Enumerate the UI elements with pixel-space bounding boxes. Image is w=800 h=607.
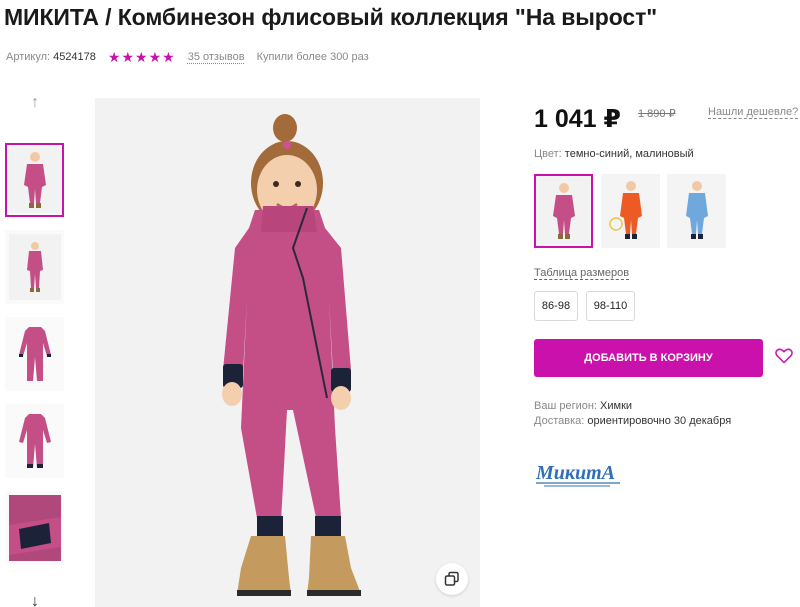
- brand-logo[interactable]: МикитА: [534, 457, 624, 496]
- mikita-logo-image: МикитА: [535, 462, 620, 487]
- delivery-info: Ваш регион: Химки Доставка: ориентировоч…: [534, 399, 731, 429]
- bought-count: Купили более 300 раз: [256, 51, 369, 63]
- size-option-86-98[interactable]: 86-98: [534, 291, 578, 321]
- star-icon: ★: [162, 49, 175, 65]
- delivery-row: Доставка: ориентировочно 30 декабря: [534, 414, 731, 429]
- color-option-pink[interactable]: [534, 174, 593, 248]
- article-number: 4524178: [53, 51, 96, 63]
- gallery-up-arrow-icon[interactable]: ↑: [4, 91, 66, 115]
- delivery-label: Доставка:: [534, 415, 585, 427]
- reviews-link[interactable]: 35 отзывов: [188, 51, 245, 63]
- region-row: Ваш регион: Химки: [534, 399, 731, 414]
- size-table-link[interactable]: Таблица размеров: [534, 267, 629, 279]
- color-value: темно-синий, малиновый: [564, 148, 694, 160]
- star-icon: ★: [121, 49, 135, 65]
- blue-jumpsuit-swatch: [669, 176, 724, 246]
- cuff-detail-thumb: [8, 495, 61, 561]
- thumbnail-photo-small[interactable]: [5, 230, 64, 304]
- product-title: МИКИТА / Комбинезон флисовый коллекция "…: [4, 4, 658, 30]
- color-label-text: Цвет:: [534, 148, 562, 160]
- jumpsuit-flat-front-thumb: [8, 321, 61, 387]
- brand-logo-text: МикитА: [535, 462, 615, 484]
- rating-stars: ★ ★ ★ ★ ★: [108, 50, 176, 64]
- pink-jumpsuit-swatch: [538, 178, 589, 244]
- product-meta: Артикул: 4524178 ★ ★ ★ ★ ★ 35 отзывов Ку…: [6, 50, 369, 64]
- zoom-button[interactable]: [436, 563, 468, 595]
- region-label: Ваш регион:: [534, 400, 597, 412]
- main-product-photo[interactable]: [95, 98, 480, 607]
- found-cheaper-link[interactable]: Нашли дешевле?: [708, 106, 798, 118]
- old-price: 1 890 ₽: [638, 108, 676, 120]
- child-small-thumb: [8, 234, 61, 300]
- thumbnail-flat-back[interactable]: [5, 404, 64, 478]
- color-label: Цвет: темно-синий, малиновый: [534, 148, 694, 160]
- add-to-cart-button[interactable]: ДОБАВИТЬ В КОРЗИНУ: [534, 339, 763, 377]
- gallery-down-arrow-icon[interactable]: ↓: [4, 590, 66, 607]
- article-label: Артикул:: [6, 51, 51, 63]
- child-in-jumpsuit-thumb: [8, 147, 61, 213]
- color-option-orange[interactable]: [601, 174, 660, 248]
- color-option-blue[interactable]: [667, 174, 726, 248]
- star-icon: ★: [148, 49, 162, 65]
- copy-zoom-icon: [444, 571, 459, 586]
- star-icon: ★: [135, 49, 148, 65]
- favorite-button[interactable]: [775, 348, 793, 369]
- thumbnail-cuff-detail[interactable]: [5, 491, 64, 565]
- thumbnail-photo-front[interactable]: [5, 143, 64, 217]
- heart-icon: [775, 348, 793, 364]
- thumbnail-flat-front[interactable]: [5, 317, 64, 391]
- orange-jumpsuit-swatch: [603, 176, 658, 246]
- delivery-value: ориентировочно 30 декабря: [587, 415, 732, 427]
- star-icon: ★: [107, 49, 121, 65]
- jumpsuit-flat-back-thumb: [8, 408, 61, 474]
- child-in-pink-jumpsuit-image: [95, 98, 480, 607]
- current-price: 1 041 ₽: [534, 105, 621, 133]
- region-value[interactable]: Химки: [600, 400, 632, 412]
- size-option-98-110[interactable]: 98-110: [586, 291, 635, 321]
